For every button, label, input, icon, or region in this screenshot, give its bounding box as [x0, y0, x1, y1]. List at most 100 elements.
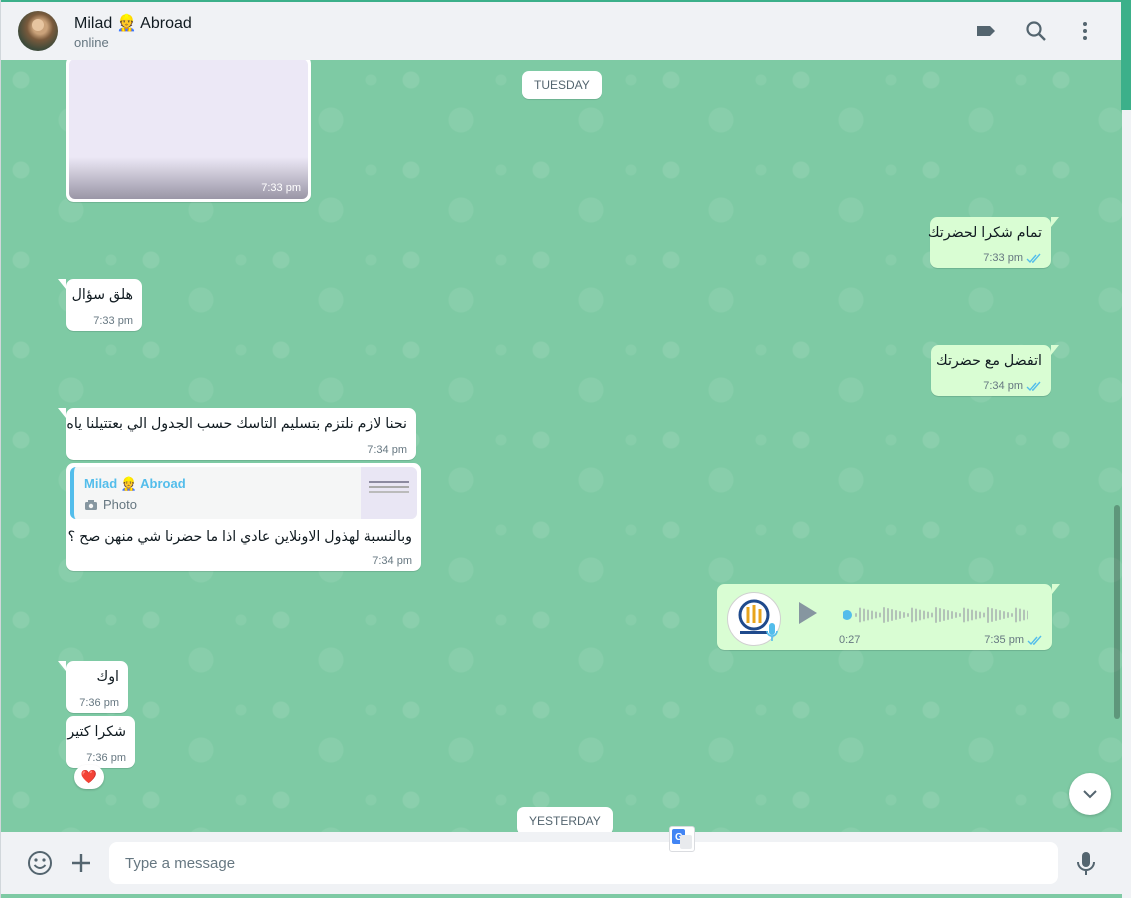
quoted-message[interactable]: Milad 👷 Abroad Photo — [70, 467, 417, 519]
waveform-bar — [939, 608, 941, 622]
waveform-bar — [911, 607, 913, 623]
image-message[interactable]: 7:33 pm — [66, 60, 311, 202]
message-text: اوك — [96, 669, 120, 685]
message-time: 7:33 pm — [983, 252, 1023, 264]
message-text: تمام شكرا لحضرتك — [927, 225, 1042, 241]
read-ticks-icon — [1027, 635, 1042, 645]
waveform-progress-dot[interactable] — [843, 610, 852, 620]
whatsapp-window: Milad 👷 Abroad online TUESDAY 7:33 pm تم… — [0, 0, 1122, 898]
waveform-bar — [1019, 608, 1021, 622]
contact-name[interactable]: Milad 👷 Abroad — [74, 13, 192, 33]
quoted-thumbnail — [361, 467, 417, 519]
voice-message[interactable]: 0:27 7:35 pm — [717, 584, 1060, 650]
waveform-bar — [855, 613, 857, 617]
attach-icon[interactable] — [67, 849, 95, 877]
message-incoming[interactable]: شكرا كتير 7:36 pm — [66, 716, 135, 768]
message-text: نحنا لازم نلتزم بتسليم التاسك حسب الجدول… — [66, 416, 407, 432]
date-divider-yesterday: YESTERDAY — [517, 807, 613, 832]
waveform-bar — [959, 613, 961, 617]
waveform-bar — [995, 609, 997, 621]
waveform-bar — [871, 610, 873, 620]
waveform-bar — [923, 610, 925, 620]
mic-icon — [766, 623, 778, 641]
waveform-bar — [935, 607, 937, 623]
message-time: 7:34 pm — [367, 444, 407, 456]
waveform-bar — [875, 611, 877, 619]
waveform-bar — [1015, 607, 1017, 623]
scrollbar-thumb[interactable] — [1114, 505, 1120, 719]
window-edge-accent — [1121, 0, 1131, 110]
waveform-bar — [887, 608, 889, 622]
message-time: 7:34 pm — [983, 380, 1023, 392]
waveform-bar — [903, 612, 905, 618]
message-time: 7:33 pm — [93, 315, 133, 327]
waveform-bar — [947, 610, 949, 620]
quoted-type: Photo — [103, 497, 137, 512]
message-text: اتفضل مع حضرتك — [936, 353, 1042, 369]
waveform-bar — [943, 609, 945, 621]
emoji-icon[interactable] — [26, 849, 54, 877]
waveform-bar — [999, 610, 1001, 620]
waveform-bar — [951, 611, 953, 619]
quoted-photo-label: Photo — [84, 497, 137, 512]
waveform-bar — [991, 608, 993, 622]
message-incoming[interactable]: هلق سؤال 7:33 pm — [58, 279, 142, 331]
message-incoming[interactable]: اوك 7:36 pm — [58, 661, 128, 713]
quoted-sender: Milad 👷 Abroad — [84, 476, 186, 491]
voice-duration: 0:27 — [839, 634, 861, 646]
message-incoming[interactable]: نحنا لازم نلتزم بتسليم التاسك حسب الجدول… — [58, 408, 416, 460]
waveform-bar — [1007, 612, 1009, 618]
waveform-bar — [979, 611, 981, 619]
mic-icon[interactable] — [1072, 849, 1100, 877]
waveform-bar — [963, 607, 965, 623]
message-outgoing[interactable]: تمام شكرا لحضرتك 7:33 pm — [927, 217, 1059, 268]
waveform-bar — [987, 607, 989, 623]
waveform-bar — [1003, 611, 1005, 619]
read-ticks-icon — [1026, 381, 1041, 391]
waveform-bar — [1027, 610, 1028, 620]
translate-icon[interactable]: G — [669, 826, 695, 852]
waveform-bar — [1011, 613, 1013, 617]
waveform-bar — [895, 610, 897, 620]
waveform-bar — [867, 609, 869, 621]
waveform-bar — [967, 608, 969, 622]
waveform-bar — [983, 612, 985, 618]
message-time: 7:36 pm — [86, 752, 126, 764]
chat-header: Milad 👷 Abroad online — [1, 0, 1122, 60]
message-outgoing[interactable]: اتفضل مع حضرتك 7:34 pm — [931, 345, 1059, 396]
message-text: شكرا كتير — [67, 724, 126, 740]
waveform-bar — [883, 607, 885, 623]
contact-status: online — [74, 35, 109, 50]
play-icon[interactable] — [799, 602, 817, 624]
message-image[interactable]: 7:33 pm — [69, 60, 308, 199]
voice-waveform[interactable] — [843, 605, 1028, 625]
waveform-bar — [931, 612, 933, 618]
contact-avatar[interactable] — [18, 11, 58, 51]
message-time: 7:35 pm — [984, 634, 1024, 646]
search-icon[interactable] — [1023, 18, 1049, 44]
waveform-bar — [899, 611, 901, 619]
message-text: وبالنسبة لهذول الاونلاين عادي اذا ما حضر… — [67, 529, 412, 545]
scroll-down-button[interactable] — [1069, 773, 1111, 815]
waveform-bar — [879, 612, 881, 618]
message-time: 7:33 pm — [261, 182, 301, 194]
chevron-down-icon — [1083, 790, 1097, 799]
composer-bar — [1, 832, 1122, 894]
message-input[interactable] — [109, 842, 1058, 884]
camera-icon — [85, 499, 97, 510]
waveform-bar — [975, 610, 977, 620]
message-time: 7:34 pm — [372, 555, 412, 567]
message-incoming-reply[interactable]: Milad 👷 Abroad Photo وبالنسبة لهذول الاو… — [66, 463, 421, 571]
reaction-badge[interactable]: ❤️ — [74, 765, 104, 789]
waveform-bar — [927, 611, 929, 619]
chat-panel[interactable]: TUESDAY 7:33 pm تمام شكرا لحضرتك 7:33 pm… — [1, 60, 1122, 832]
label-icon[interactable] — [973, 18, 999, 44]
menu-icon[interactable] — [1072, 18, 1098, 44]
waveform-bar — [863, 608, 865, 622]
waveform-bar — [915, 608, 917, 622]
waveform-bar — [891, 609, 893, 621]
waveform-bar — [1023, 609, 1025, 621]
waveform-bar — [971, 609, 973, 621]
message-text: هلق سؤال — [71, 287, 133, 303]
read-ticks-icon — [1026, 253, 1041, 263]
